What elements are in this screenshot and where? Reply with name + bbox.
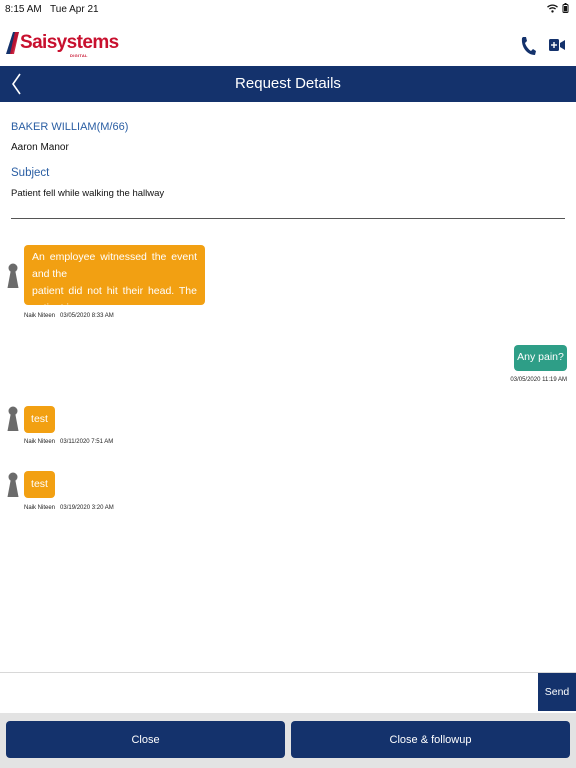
brand-name: Saisystems: [20, 32, 119, 53]
phone-icon[interactable]: [520, 36, 536, 56]
message-meta: 03/05/2020 11:19 AM: [510, 377, 567, 383]
divider: [11, 218, 565, 219]
status-time: 8:15 AM Tue Apr 21: [5, 4, 99, 15]
message-line: test: [31, 413, 48, 425]
message-meta: Naik Niteen 03/11/2020 7:51 AM: [24, 439, 114, 445]
message-line: test: [31, 478, 48, 490]
send-button[interactable]: Send: [538, 673, 576, 711]
message-bubble: Any pain?: [514, 345, 567, 371]
battery-icon: [562, 3, 569, 13]
message-line: patient did not hit their head. The pati…: [32, 285, 197, 314]
footer-bar: Close Close & followup: [0, 713, 576, 768]
patient-name: BAKER WILLIAM(M/66): [11, 121, 129, 133]
close-followup-button[interactable]: Close & followup: [291, 721, 570, 758]
wifi-icon: [547, 3, 558, 13]
saisystems-logo: Saisystems DIGITAL: [6, 32, 119, 60]
video-call-icon[interactable]: [548, 36, 566, 54]
subject-text: Patient fell while walking the hallway: [11, 188, 165, 199]
nav-bar: Request Details: [0, 66, 576, 102]
avatar-icon: [7, 263, 19, 288]
message-input[interactable]: [0, 673, 538, 710]
brand-bar: Saisystems DIGITAL: [0, 20, 576, 66]
message-meta: Naik Niteen 03/05/2020 8:33 AM: [24, 313, 114, 319]
page-title: Request Details: [235, 75, 341, 92]
message-meta: Naik Niteen 03/19/2020 3:20 AM: [24, 505, 114, 511]
message-bubble: test: [24, 406, 55, 433]
logo-mark-icon: [6, 32, 19, 54]
subject-label: Subject: [11, 167, 50, 179]
brand-tagline: DIGITAL: [70, 53, 88, 58]
message-line: An employee witnessed the event and the: [32, 251, 197, 280]
message-line: responsive and being actively monitored.: [32, 319, 197, 348]
message-line: Any pain?: [517, 351, 564, 363]
avatar-icon: [7, 406, 19, 431]
facility-name: Aaron Manor: [11, 142, 69, 153]
message-bubble: test: [24, 471, 55, 498]
message-bubble: An employee witnessed the event and the …: [24, 245, 205, 348]
avatar-icon: [7, 472, 19, 497]
status-bar: 8:15 AM Tue Apr 21: [0, 0, 576, 20]
close-button[interactable]: Close: [6, 721, 285, 758]
message-composer: Send: [0, 672, 576, 711]
